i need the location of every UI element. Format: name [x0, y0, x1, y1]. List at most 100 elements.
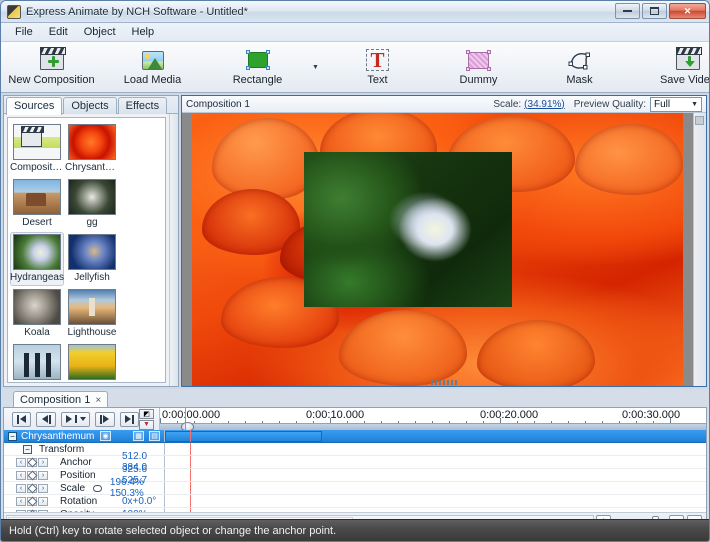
property-value[interactable]: 100%: [122, 509, 148, 513]
source-item-desert[interactable]: Desert: [10, 177, 64, 231]
marker-tool-icon[interactable]: ▼: [139, 419, 154, 430]
timeline-layer-row[interactable]: − Chrysanthemum ◉ ▦ ▤: [4, 430, 706, 443]
link-icon[interactable]: [93, 484, 102, 492]
set-keyframe-button[interactable]: [27, 470, 37, 480]
preview-title: Composition 1: [186, 98, 250, 110]
source-label: Hydrangeas: [10, 272, 64, 283]
step-forward-button[interactable]: [95, 411, 115, 427]
menu-help[interactable]: Help: [124, 24, 163, 40]
transform-track[interactable]: [164, 443, 706, 455]
timeline-rows: − Chrysanthemum ◉ ▦ ▤ − Transform ‹ › An…: [4, 430, 706, 512]
set-keyframe-button[interactable]: [27, 483, 37, 493]
source-item-penguins[interactable]: Penguins: [10, 342, 64, 382]
new-composition-button[interactable]: New Composition: [1, 44, 102, 90]
tab-sources[interactable]: Sources: [6, 97, 63, 115]
skip-to-start-button[interactable]: [12, 411, 32, 427]
timeline-tab-label: Composition 1: [20, 394, 91, 406]
timeline-tabs: Composition 1 ×: [3, 389, 707, 407]
maximize-button[interactable]: [642, 3, 667, 19]
dummy-button[interactable]: Dummy: [428, 44, 529, 90]
property-name: Scale: [60, 482, 86, 494]
property-track[interactable]: [164, 469, 706, 481]
lock-icon[interactable]: ▤: [149, 431, 160, 441]
next-keyframe-button[interactable]: ›: [38, 509, 48, 512]
source-label: Composition 1: [10, 162, 64, 173]
preview-canvas[interactable]: [182, 113, 706, 386]
scale-value-link[interactable]: (34.91%): [524, 99, 565, 110]
set-keyframe-button[interactable]: [27, 457, 37, 467]
preview-quality-select[interactable]: Full ▼: [650, 96, 702, 112]
window-controls: ✕: [615, 3, 706, 19]
prev-keyframe-button[interactable]: ‹: [16, 483, 26, 493]
layer-expander[interactable]: −: [8, 431, 17, 441]
set-keyframe-button[interactable]: [27, 496, 37, 506]
source-item-hydrangeas[interactable]: Hydrangeas: [10, 232, 64, 286]
rectangle-button[interactable]: Rectangle: [207, 44, 308, 90]
property-value[interactable]: 0x+0.0°: [122, 496, 156, 507]
load-media-button[interactable]: Load Media: [102, 44, 203, 90]
dummy-label: Dummy: [459, 74, 498, 86]
canvas-right-margin: [683, 113, 693, 386]
source-item-koala[interactable]: Koala: [10, 287, 64, 341]
menu-file[interactable]: File: [7, 24, 41, 40]
toolbar-group-shapes: Rectangle ▼: [207, 42, 323, 92]
close-button[interactable]: ✕: [669, 3, 706, 19]
menu-bar: File Edit Object Help: [1, 23, 709, 42]
hydrangeas-image[interactable]: [304, 152, 512, 307]
property-track[interactable]: [164, 508, 706, 512]
step-back-button[interactable]: [36, 411, 56, 427]
property-track[interactable]: [164, 482, 706, 494]
property-track[interactable]: [164, 495, 706, 507]
layer-left: − Chrysanthemum ◉ ▦ ▤: [4, 431, 164, 442]
set-keyframe-button[interactable]: [27, 509, 37, 512]
scrollbar-thumb[interactable]: [695, 116, 704, 125]
eye-icon[interactable]: ◉: [100, 431, 111, 441]
layer-clip-bar[interactable]: [165, 431, 322, 442]
toolbar-group-objects: T Text Dummy Mask: [327, 42, 630, 92]
jellyfish-thumb: [68, 234, 116, 270]
source-item-composition-1[interactable]: Composition 1: [10, 122, 64, 176]
source-item-gg[interactable]: gg: [65, 177, 119, 231]
source-item-lighthouse[interactable]: Lighthouse: [65, 287, 119, 341]
prev-keyframe-button[interactable]: ‹: [16, 509, 26, 512]
timeline-property-row-opacity[interactable]: ‹ › Opacity 100%: [4, 508, 706, 512]
minimize-button[interactable]: [615, 3, 640, 19]
close-icon[interactable]: ×: [95, 395, 101, 406]
prev-keyframe-button[interactable]: ‹: [16, 496, 26, 506]
main-area: Sources Objects Effects Composition 1 Ch…: [1, 93, 709, 389]
source-item-tulips[interactable]: Tulips: [65, 342, 119, 383]
timeline-tab-composition-1[interactable]: Composition 1 ×: [13, 391, 109, 407]
menu-edit[interactable]: Edit: [41, 24, 76, 40]
tulips-thumb: [68, 344, 116, 380]
rectangle-dropdown-arrow[interactable]: ▼: [308, 42, 323, 92]
timeline-property-row-rotation[interactable]: ‹ › Rotation 0x+0.0°: [4, 495, 706, 508]
layer-track[interactable]: [164, 430, 706, 442]
source-item-jellyfish[interactable]: Jellyfish: [65, 232, 119, 286]
playhead-line: [190, 495, 191, 507]
tab-effects[interactable]: Effects: [117, 97, 168, 114]
rectangle-icon: [245, 48, 270, 72]
source-label: Chrysanthe...: [65, 162, 119, 173]
timeline-toolbar: ◩ ▼ 0:00:00.000 0:00:10.000 0:00:20.000 …: [4, 408, 706, 431]
play-button[interactable]: [60, 411, 91, 427]
save-video-button[interactable]: Save Video: [634, 44, 709, 90]
preview-quality-value: Full: [654, 98, 671, 110]
source-item-chrysanthemum[interactable]: Chrysanthe...: [65, 122, 119, 176]
preview-resize-grip[interactable]: [431, 380, 457, 385]
quality-icon[interactable]: ▦: [133, 431, 144, 441]
next-keyframe-button[interactable]: ›: [38, 483, 48, 493]
timeline-zoom-slider[interactable]: [160, 422, 706, 431]
keyframe-tool-icon[interactable]: ◩: [139, 408, 154, 419]
preview-vertical-scrollbar[interactable]: [693, 113, 706, 386]
assets-scrollbar[interactable]: [169, 114, 178, 386]
menu-object[interactable]: Object: [76, 24, 124, 40]
property-track[interactable]: [164, 456, 706, 468]
skip-to-end-button[interactable]: [119, 411, 140, 427]
timeline-property-row-scale[interactable]: ‹ › Scale 196.4% 150.3%: [4, 477, 706, 499]
mask-button[interactable]: Mask: [529, 44, 630, 90]
timeline-ruler[interactable]: 0:00:00.000 0:00:10.000 0:00:20.000 0:00…: [159, 408, 706, 431]
tab-objects[interactable]: Objects: [63, 97, 117, 114]
text-button[interactable]: T Text: [327, 44, 428, 90]
next-keyframe-button[interactable]: ›: [38, 496, 48, 506]
source-label: Tulips: [79, 382, 105, 383]
